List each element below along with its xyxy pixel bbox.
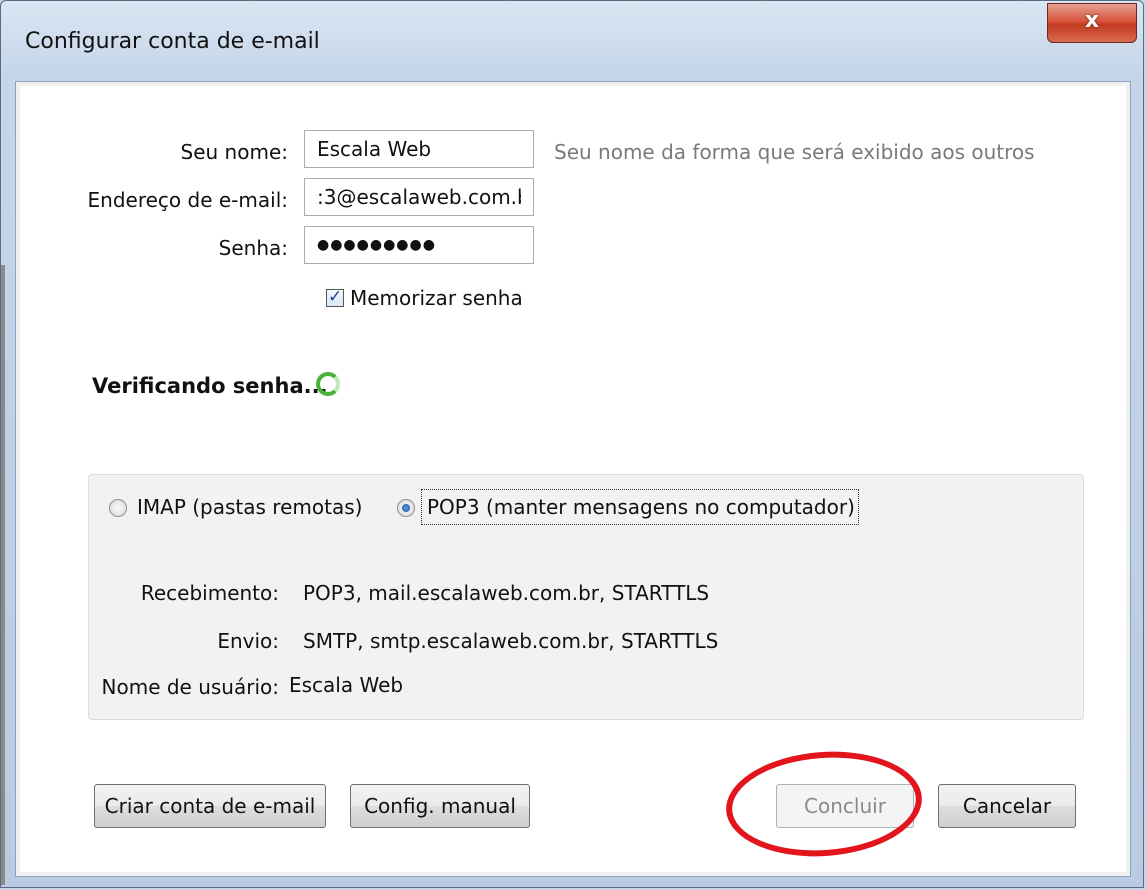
name-hint: Seu nome da forma que será exibido aos o… <box>554 140 1035 164</box>
name-input[interactable] <box>304 130 534 168</box>
incoming-label: Recebimento: <box>140 581 279 605</box>
pop3-label[interactable]: POP3 (manter mensagens no computador) <box>427 495 855 519</box>
dialog-window: Configurar conta de e-mail x Seu nome: S… <box>0 0 1144 888</box>
cancel-button[interactable]: Cancelar <box>938 784 1076 828</box>
imap-label[interactable]: IMAP (pastas remotas) <box>137 495 362 519</box>
password-input[interactable] <box>304 226 534 264</box>
email-label: Endereço de e-mail: <box>87 188 288 212</box>
imap-radio[interactable] <box>109 499 127 517</box>
protocol-group: IMAP (pastas remotas) POP3 (manter mensa… <box>88 474 1084 720</box>
remember-password-label[interactable]: Memorizar senha <box>350 286 523 310</box>
radio-selected-dot <box>402 504 410 512</box>
pop3-radio[interactable] <box>397 499 415 517</box>
loading-spinner-icon <box>316 372 340 396</box>
incoming-value: POP3, mail.escalaweb.com.br, STARTTLS <box>303 581 710 605</box>
close-button[interactable]: x <box>1047 3 1137 43</box>
username-label: Nome de usuário: <box>101 675 279 699</box>
manual-config-button[interactable]: Config. manual <box>350 784 530 828</box>
window-edge <box>1 265 5 885</box>
email-input[interactable] <box>304 178 534 216</box>
name-label: Seu nome: <box>180 140 288 164</box>
close-icon: x <box>1084 8 1100 33</box>
outgoing-label: Envio: <box>217 629 279 653</box>
title-bar[interactable]: Configurar conta de e-mail x <box>1 1 1143 79</box>
dialog-client-area: Seu nome: Seu nome da forma que será exi… <box>15 81 1131 877</box>
username-value: Escala Web <box>289 673 404 697</box>
verification-status: Verificando senha... <box>92 374 328 398</box>
window-title: Configurar conta de e-mail <box>25 29 320 54</box>
create-account-button[interactable]: Criar conta de e-mail <box>94 784 326 828</box>
dialog-panel: Seu nome: Seu nome da forma que será exi… <box>20 86 1126 872</box>
outgoing-value: SMTP, smtp.escalaweb.com.br, STARTTLS <box>303 629 719 653</box>
password-label: Senha: <box>218 236 288 260</box>
checkmark-icon: ✓ <box>328 287 343 307</box>
remember-password-checkbox[interactable]: ✓ <box>326 287 344 307</box>
